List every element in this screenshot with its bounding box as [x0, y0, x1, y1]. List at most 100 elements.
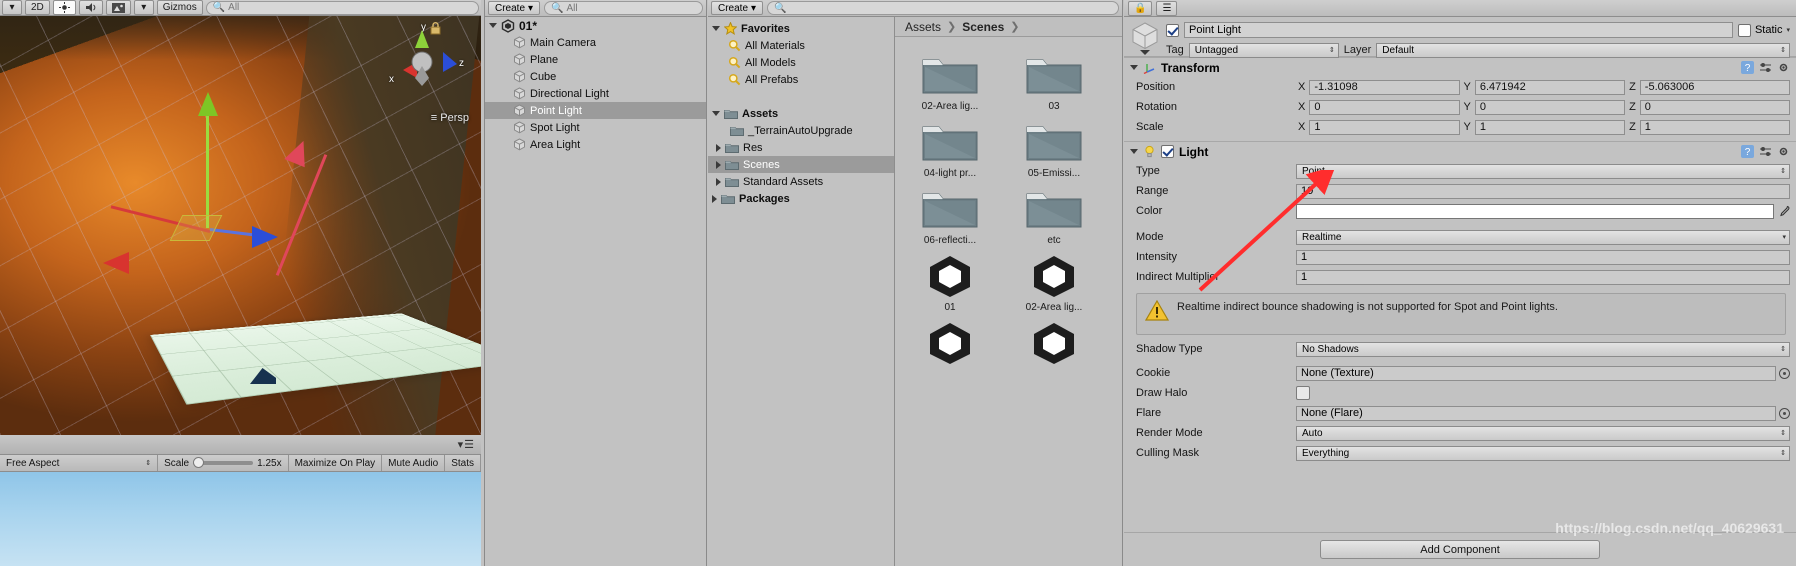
asset-item[interactable]: 02-Area lig...	[909, 51, 991, 112]
light-color-swatch[interactable]	[1296, 203, 1774, 219]
chevron-down-icon[interactable]	[712, 26, 720, 31]
game-view-panel[interactable]: ▾☰ Free Aspect ⇕ Scale 1.25x Maximize On…	[0, 435, 481, 566]
transform-position-row[interactable]: Position X -1.31098 Y 6.471942 Z -5.0630…	[1124, 77, 1796, 97]
stats-button[interactable]: Stats	[445, 455, 481, 471]
render-mode-control[interactable]: Auto ⇕	[1296, 425, 1790, 441]
project-search-input[interactable]: 🔍	[767, 1, 1119, 15]
inspector-menu-icon[interactable]: ☰	[1156, 0, 1178, 16]
flare-object-field[interactable]: None (Flare)	[1296, 405, 1776, 421]
asset-grid[interactable]: 02-Area lig... 03 04-light pr... 05-Emis…	[895, 37, 1122, 369]
project-create-button[interactable]: Create ▾	[711, 1, 764, 15]
project-tree-item-scenes[interactable]: Scenes	[708, 156, 894, 173]
gear-icon[interactable]	[1777, 61, 1790, 74]
chevron-down-icon[interactable]	[1130, 65, 1138, 70]
culling-mask-control[interactable]: Everything ⇕	[1296, 445, 1790, 461]
asset-item[interactable]: 04-light pr...	[909, 118, 991, 179]
inspector-tabbar[interactable]: 🔒 ☰	[1124, 0, 1796, 17]
project-panel[interactable]: Create ▾ 🔍 Favorites All Materials All M…	[708, 0, 1123, 566]
position-z-input[interactable]: -5.063006	[1639, 79, 1790, 95]
hierarchy-item-main-camera[interactable]: Main Camera	[485, 34, 706, 51]
hierarchy-item-area-light[interactable]: Area Light	[485, 136, 706, 153]
rotation-z-input[interactable]: 0	[1639, 99, 1790, 115]
position-vector3[interactable]: X -1.31098 Y 6.471942 Z -5.063006	[1296, 79, 1790, 95]
asset-item[interactable]: 02-Area lig...	[1013, 252, 1095, 313]
cookie-control[interactable]: None (Texture)	[1296, 365, 1790, 381]
asset-item[interactable]: 06-reflecti...	[909, 185, 991, 246]
rotation-y-input[interactable]: 0	[1474, 99, 1626, 115]
draw-halo-checkbox[interactable]	[1296, 386, 1310, 400]
hierarchy-panel[interactable]: Create ▾ 🔍 All 01* Main Camera Plane Cub…	[484, 0, 707, 566]
gizmo-x-arrow[interactable]	[103, 252, 129, 274]
camera-projection-label[interactable]: ≡ Persp	[431, 112, 469, 124]
game-viewport[interactable]	[0, 472, 481, 566]
chevron-down-icon[interactable]	[489, 23, 497, 28]
scene-view-panel[interactable]: y z x ≡ Persp ▾ 2D ▾ Gizmos 🔍 All	[0, 0, 481, 435]
gizmo-y-arrow[interactable]	[198, 92, 218, 116]
gizmo-z-arrow[interactable]	[252, 226, 278, 248]
scale-vector3[interactable]: X 1 Y 1 Z 1	[1296, 119, 1790, 135]
light-indirect-input[interactable]: 1	[1296, 269, 1790, 285]
hierarchy-item-cube[interactable]: Cube	[485, 68, 706, 85]
maximize-on-play-button[interactable]: Maximize On Play	[289, 455, 383, 471]
transform-component-header[interactable]: Transform ?	[1124, 57, 1796, 77]
hierarchy-scene-root[interactable]: 01*	[485, 17, 706, 34]
scene-dropdown-button[interactable]: ▾	[2, 0, 22, 15]
light-draw-halo-row[interactable]: Draw Halo	[1124, 383, 1796, 403]
light-range-control[interactable]: 10	[1296, 183, 1790, 199]
project-tree-item-terrainautoupgrade[interactable]: _TerrainAutoUpgrade	[708, 122, 894, 139]
light-intensity-input[interactable]: 1	[1296, 249, 1790, 265]
add-component-button[interactable]: Add Component	[1320, 540, 1600, 559]
scene-search-input[interactable]: 🔍 All	[205, 0, 479, 15]
asset-item[interactable]: 05-Emissi...	[1013, 118, 1095, 179]
light-range-input[interactable]: 10	[1296, 183, 1790, 199]
light-color-row[interactable]: Color	[1124, 201, 1796, 221]
project-tree-item-res[interactable]: Res	[708, 139, 894, 156]
toggle-2d-button[interactable]: 2D	[25, 0, 50, 15]
draw-halo-control[interactable]	[1296, 386, 1790, 400]
project-toolbar[interactable]: Create ▾ 🔍	[708, 0, 1122, 17]
scene-view-toolbar[interactable]: ▾ 2D ▾ Gizmos 🔍 All	[0, 0, 481, 16]
chevron-down-icon[interactable]	[1130, 149, 1138, 154]
object-picker-icon[interactable]	[1779, 367, 1790, 379]
light-color-control[interactable]	[1296, 203, 1790, 219]
cookie-object-field[interactable]: None (Texture)	[1296, 365, 1776, 381]
static-checkbox[interactable]	[1737, 23, 1751, 37]
light-mode-control[interactable]: Realtime ▾	[1296, 229, 1790, 245]
asset-item[interactable]: 03	[1013, 51, 1095, 112]
scale-z-input[interactable]: 1	[1639, 119, 1790, 135]
gizmos-button[interactable]: Gizmos	[156, 0, 203, 15]
light-indirect-control[interactable]: 1	[1296, 269, 1790, 285]
chevron-down-icon[interactable]: ▾	[1786, 27, 1790, 34]
asset-item[interactable]: 01	[909, 252, 991, 313]
light-culling-mask-row[interactable]: Culling Mask Everything ⇕	[1124, 443, 1796, 463]
lighting-icon[interactable]	[52, 0, 76, 15]
light-flare-row[interactable]: Flare None (Flare)	[1124, 403, 1796, 423]
position-y-input[interactable]: 6.471942	[1474, 79, 1626, 95]
render-mode-dropdown[interactable]: Auto ⇕	[1296, 425, 1790, 441]
inspector-panel[interactable]: 🔒 ☰ Point Light Static ▾ Tag Untagged ⇕ …	[1124, 0, 1796, 566]
light-render-mode-row[interactable]: Render Mode Auto ⇕	[1124, 423, 1796, 443]
transform-scale-row[interactable]: Scale X 1 Y 1 Z 1	[1124, 117, 1796, 137]
light-enabled-checkbox[interactable]	[1161, 145, 1174, 158]
asset-item[interactable]: etc	[1013, 185, 1095, 246]
breadcrumb-current[interactable]: Scenes	[962, 20, 1004, 34]
light-mode-dropdown[interactable]: Realtime ▾	[1296, 229, 1790, 245]
gameobject-name-input[interactable]: Point Light	[1184, 22, 1733, 38]
light-cookie-row[interactable]: Cookie None (Texture)	[1124, 363, 1796, 383]
static-toggle-group[interactable]: Static ▾	[1737, 23, 1790, 37]
light-mode-row[interactable]: Mode Realtime ▾	[1124, 227, 1796, 247]
scale-slider-knob[interactable]	[193, 457, 205, 468]
gameobject-enabled-checkbox[interactable]	[1166, 23, 1179, 37]
scale-x-input[interactable]: 1	[1309, 119, 1460, 135]
light-type-row[interactable]: Type Point ⇕	[1124, 161, 1796, 181]
object-picker-icon[interactable]	[1779, 407, 1790, 419]
hierarchy-search-input[interactable]: 🔍 All	[544, 1, 703, 15]
flare-control[interactable]: None (Flare)	[1296, 405, 1790, 421]
scene-axis-gizmo[interactable]: y z x	[381, 22, 469, 102]
light-shadow-type-row[interactable]: Shadow Type No Shadows ⇕	[1124, 339, 1796, 359]
eyedropper-icon[interactable]	[1777, 205, 1790, 218]
chevron-right-icon[interactable]	[716, 143, 721, 152]
shadow-type-dropdown[interactable]: No Shadows ⇕	[1296, 341, 1790, 357]
position-x-input[interactable]: -1.31098	[1309, 79, 1460, 95]
effects-dropdown-button[interactable]: ▾	[133, 0, 154, 15]
